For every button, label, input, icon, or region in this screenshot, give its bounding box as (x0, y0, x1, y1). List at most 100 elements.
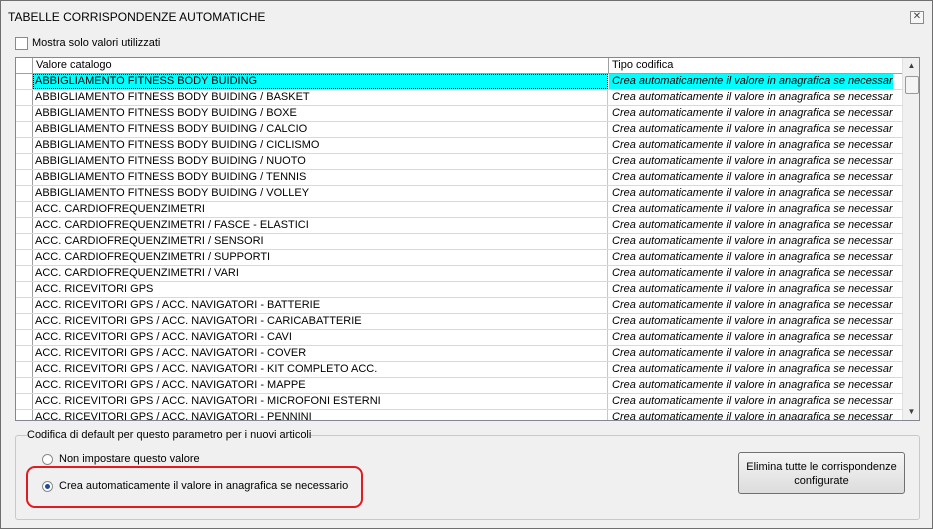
table-row[interactable]: ACC. RICEVITORI GPS / ACC. NAVIGATORI - … (16, 330, 903, 346)
row-header[interactable] (16, 90, 33, 105)
valore-catalogo-cell[interactable]: ACC. RICEVITORI GPS / ACC. NAVIGATORI - … (33, 378, 608, 393)
table-row[interactable]: ACC. CARDIOFREQUENZIMETRI / SUPPORTI Crea… (16, 250, 903, 266)
tipo-codifica-cell[interactable]: Crea automaticamente il valore in anagra… (609, 378, 893, 393)
scroll-thumb[interactable] (905, 76, 919, 94)
table-row[interactable]: ACC. CARDIOFREQUENZIMETRI / SENSORI Crea … (16, 234, 903, 250)
row-header[interactable] (16, 170, 33, 185)
table-row[interactable]: ACC. RICEVITORI GPS / ACC. NAVIGATORI - … (16, 314, 903, 330)
valore-catalogo-cell[interactable]: ABBIGLIAMENTO FITNESS BODY BUIDING / BAS… (33, 90, 608, 105)
row-header[interactable] (16, 106, 33, 121)
valore-catalogo-cell[interactable]: ACC. RICEVITORI GPS / ACC. NAVIGATORI - … (33, 410, 608, 420)
valore-catalogo-cell[interactable]: ACC. CARDIOFREQUENZIMETRI (33, 202, 608, 217)
valore-catalogo-cell[interactable]: ACC. RICEVITORI GPS / ACC. NAVIGATORI - … (33, 314, 608, 329)
default-coding-legend: Codifica di default per questo parametro… (27, 429, 312, 441)
tipo-codifica-cell[interactable]: Crea automaticamente il valore in anagra… (609, 394, 893, 409)
scroll-down-icon[interactable]: ▼ (903, 404, 919, 419)
table-row[interactable]: ABBIGLIAMENTO FITNESS BODY BUIDING Crea a… (16, 74, 903, 90)
scroll-up-icon[interactable]: ▲ (903, 58, 919, 73)
row-header[interactable] (16, 394, 33, 409)
tipo-codifica-cell[interactable]: Crea automaticamente il valore in anagra… (609, 186, 893, 201)
table-row[interactable]: ABBIGLIAMENTO FITNESS BODY BUIDING / BAS… (16, 90, 903, 106)
row-header[interactable] (16, 234, 33, 249)
row-header[interactable] (16, 314, 33, 329)
row-header[interactable] (16, 250, 33, 265)
tipo-codifica-cell[interactable]: Crea automaticamente il valore in anagra… (609, 122, 893, 137)
table-row[interactable]: ACC. CARDIOFREQUENZIMETRI Crea automatica… (16, 202, 903, 218)
tipo-codifica-cell[interactable]: Crea automaticamente il valore in anagra… (609, 362, 893, 377)
table-row[interactable]: ACC. RICEVITORI GPS / ACC. NAVIGATORI - … (16, 394, 903, 410)
valore-catalogo-cell[interactable]: ABBIGLIAMENTO FITNESS BODY BUIDING / CAL… (33, 122, 608, 137)
valore-catalogo-cell[interactable]: ACC. CARDIOFREQUENZIMETRI / VARI (33, 266, 608, 281)
tipo-codifica-cell[interactable]: Crea automaticamente il valore in anagra… (609, 154, 893, 169)
delete-all-correspondences-button[interactable]: Elimina tutte le corrispondenze configur… (738, 452, 905, 494)
valore-catalogo-cell[interactable]: ACC. RICEVITORI GPS (33, 282, 608, 297)
row-header[interactable] (16, 410, 33, 420)
tipo-codifica-cell[interactable]: Crea automaticamente il valore in anagra… (609, 266, 893, 281)
row-header[interactable] (16, 202, 33, 217)
table-row[interactable]: ACC. RICEVITORI GPS / ACC. NAVIGATORI - … (16, 410, 903, 420)
row-header[interactable] (16, 122, 33, 137)
valore-catalogo-cell[interactable]: ACC. CARDIOFREQUENZIMETRI / SUPPORTI (33, 250, 608, 265)
valore-catalogo-cell[interactable]: ABBIGLIAMENTO FITNESS BODY BUIDING / NUO… (33, 154, 608, 169)
table-row[interactable]: ACC. RICEVITORI GPS / ACC. NAVIGATORI - … (16, 298, 903, 314)
valore-catalogo-cell[interactable]: ABBIGLIAMENTO FITNESS BODY BUIDING / CIC… (33, 138, 608, 153)
column-header-tipo-codifica[interactable]: Tipo codifica (609, 58, 903, 73)
close-icon[interactable]: ✕ (910, 11, 924, 24)
row-header[interactable] (16, 346, 33, 361)
valore-catalogo-cell[interactable]: ACC. CARDIOFREQUENZIMETRI / SENSORI (33, 234, 608, 249)
show-used-only-checkbox[interactable] (15, 37, 28, 50)
valore-catalogo-cell[interactable]: ACC. RICEVITORI GPS / ACC. NAVIGATORI - … (33, 298, 608, 313)
option-do-not-set-label: Non impostare questo valore (59, 453, 200, 465)
tipo-codifica-cell[interactable]: Crea automaticamente il valore in anagra… (609, 106, 893, 121)
table-row[interactable]: ACC. RICEVITORI GPS Crea automaticamente … (16, 282, 903, 298)
tipo-codifica-cell[interactable]: Crea automaticamente il valore in anagra… (609, 74, 893, 89)
row-header[interactable] (16, 378, 33, 393)
valore-catalogo-cell[interactable]: ACC. RICEVITORI GPS / ACC. NAVIGATORI - … (33, 394, 608, 409)
valore-catalogo-cell[interactable]: ABBIGLIAMENTO FITNESS BODY BUIDING / BOX… (33, 106, 608, 121)
tipo-codifica-cell[interactable]: Crea automaticamente il valore in anagra… (609, 282, 893, 297)
tipo-codifica-cell[interactable]: Crea automaticamente il valore in anagra… (609, 202, 893, 217)
row-header[interactable] (16, 154, 33, 169)
valore-catalogo-cell[interactable]: ACC. CARDIOFREQUENZIMETRI / FASCE - ELAS… (33, 218, 608, 233)
tipo-codifica-cell[interactable]: Crea automaticamente il valore in anagra… (609, 250, 893, 265)
table-row[interactable]: ABBIGLIAMENTO FITNESS BODY BUIDING / NUO… (16, 154, 903, 170)
tipo-codifica-cell[interactable]: Crea automaticamente il valore in anagra… (609, 346, 893, 361)
table-row[interactable]: ABBIGLIAMENTO FITNESS BODY BUIDING / TEN… (16, 170, 903, 186)
table-row[interactable]: ACC. RICEVITORI GPS / ACC. NAVIGATORI - … (16, 346, 903, 362)
tipo-codifica-cell[interactable]: Crea automaticamente il valore in anagra… (609, 234, 893, 249)
table-row[interactable]: ACC. RICEVITORI GPS / ACC. NAVIGATORI - … (16, 362, 903, 378)
row-header[interactable] (16, 282, 33, 297)
valore-catalogo-cell[interactable]: ABBIGLIAMENTO FITNESS BODY BUIDING / TEN… (33, 170, 608, 185)
tipo-codifica-cell[interactable]: Crea automaticamente il valore in anagra… (609, 314, 893, 329)
row-header[interactable] (16, 186, 33, 201)
row-header[interactable] (16, 138, 33, 153)
table-row[interactable]: ABBIGLIAMENTO FITNESS BODY BUIDING / VOL… (16, 186, 903, 202)
vertical-scrollbar[interactable]: ▲ ▼ (902, 58, 919, 420)
table-row[interactable]: ACC. CARDIOFREQUENZIMETRI / VARI Crea aut… (16, 266, 903, 282)
tipo-codifica-cell[interactable]: Crea automaticamente il valore in anagra… (609, 330, 893, 345)
valore-catalogo-cell[interactable]: ACC. RICEVITORI GPS / ACC. NAVIGATORI - … (33, 346, 608, 361)
row-header[interactable] (16, 362, 33, 377)
radio-do-not-set[interactable] (42, 454, 53, 465)
valore-catalogo-cell[interactable]: ABBIGLIAMENTO FITNESS BODY BUIDING / VOL… (33, 186, 608, 201)
valore-catalogo-cell[interactable]: ABBIGLIAMENTO FITNESS BODY BUIDING (33, 74, 608, 89)
column-header-valore-catalogo[interactable]: Valore catalogo (33, 58, 609, 73)
row-header[interactable] (16, 74, 33, 89)
tipo-codifica-cell[interactable]: Crea automaticamente il valore in anagra… (609, 410, 893, 420)
tipo-codifica-cell[interactable]: Crea automaticamente il valore in anagra… (609, 218, 893, 233)
tipo-codifica-cell[interactable]: Crea automaticamente il valore in anagra… (609, 298, 893, 313)
row-header[interactable] (16, 266, 33, 281)
row-header[interactable] (16, 218, 33, 233)
valore-catalogo-cell[interactable]: ACC. RICEVITORI GPS / ACC. NAVIGATORI - … (33, 362, 608, 377)
row-header[interactable] (16, 298, 33, 313)
table-row[interactable]: ACC. RICEVITORI GPS / ACC. NAVIGATORI - … (16, 378, 903, 394)
tipo-codifica-cell[interactable]: Crea automaticamente il valore in anagra… (609, 170, 893, 185)
tipo-codifica-cell[interactable]: Crea automaticamente il valore in anagra… (609, 138, 893, 153)
valore-catalogo-cell[interactable]: ACC. RICEVITORI GPS / ACC. NAVIGATORI - … (33, 330, 608, 345)
table-row[interactable]: ABBIGLIAMENTO FITNESS BODY BUIDING / BOX… (16, 106, 903, 122)
table-row[interactable]: ACC. CARDIOFREQUENZIMETRI / FASCE - ELAS… (16, 218, 903, 234)
table-row[interactable]: ABBIGLIAMENTO FITNESS BODY BUIDING / CIC… (16, 138, 903, 154)
tipo-codifica-cell[interactable]: Crea automaticamente il valore in anagra… (609, 90, 893, 105)
row-header[interactable] (16, 330, 33, 345)
table-row[interactable]: ABBIGLIAMENTO FITNESS BODY BUIDING / CAL… (16, 122, 903, 138)
